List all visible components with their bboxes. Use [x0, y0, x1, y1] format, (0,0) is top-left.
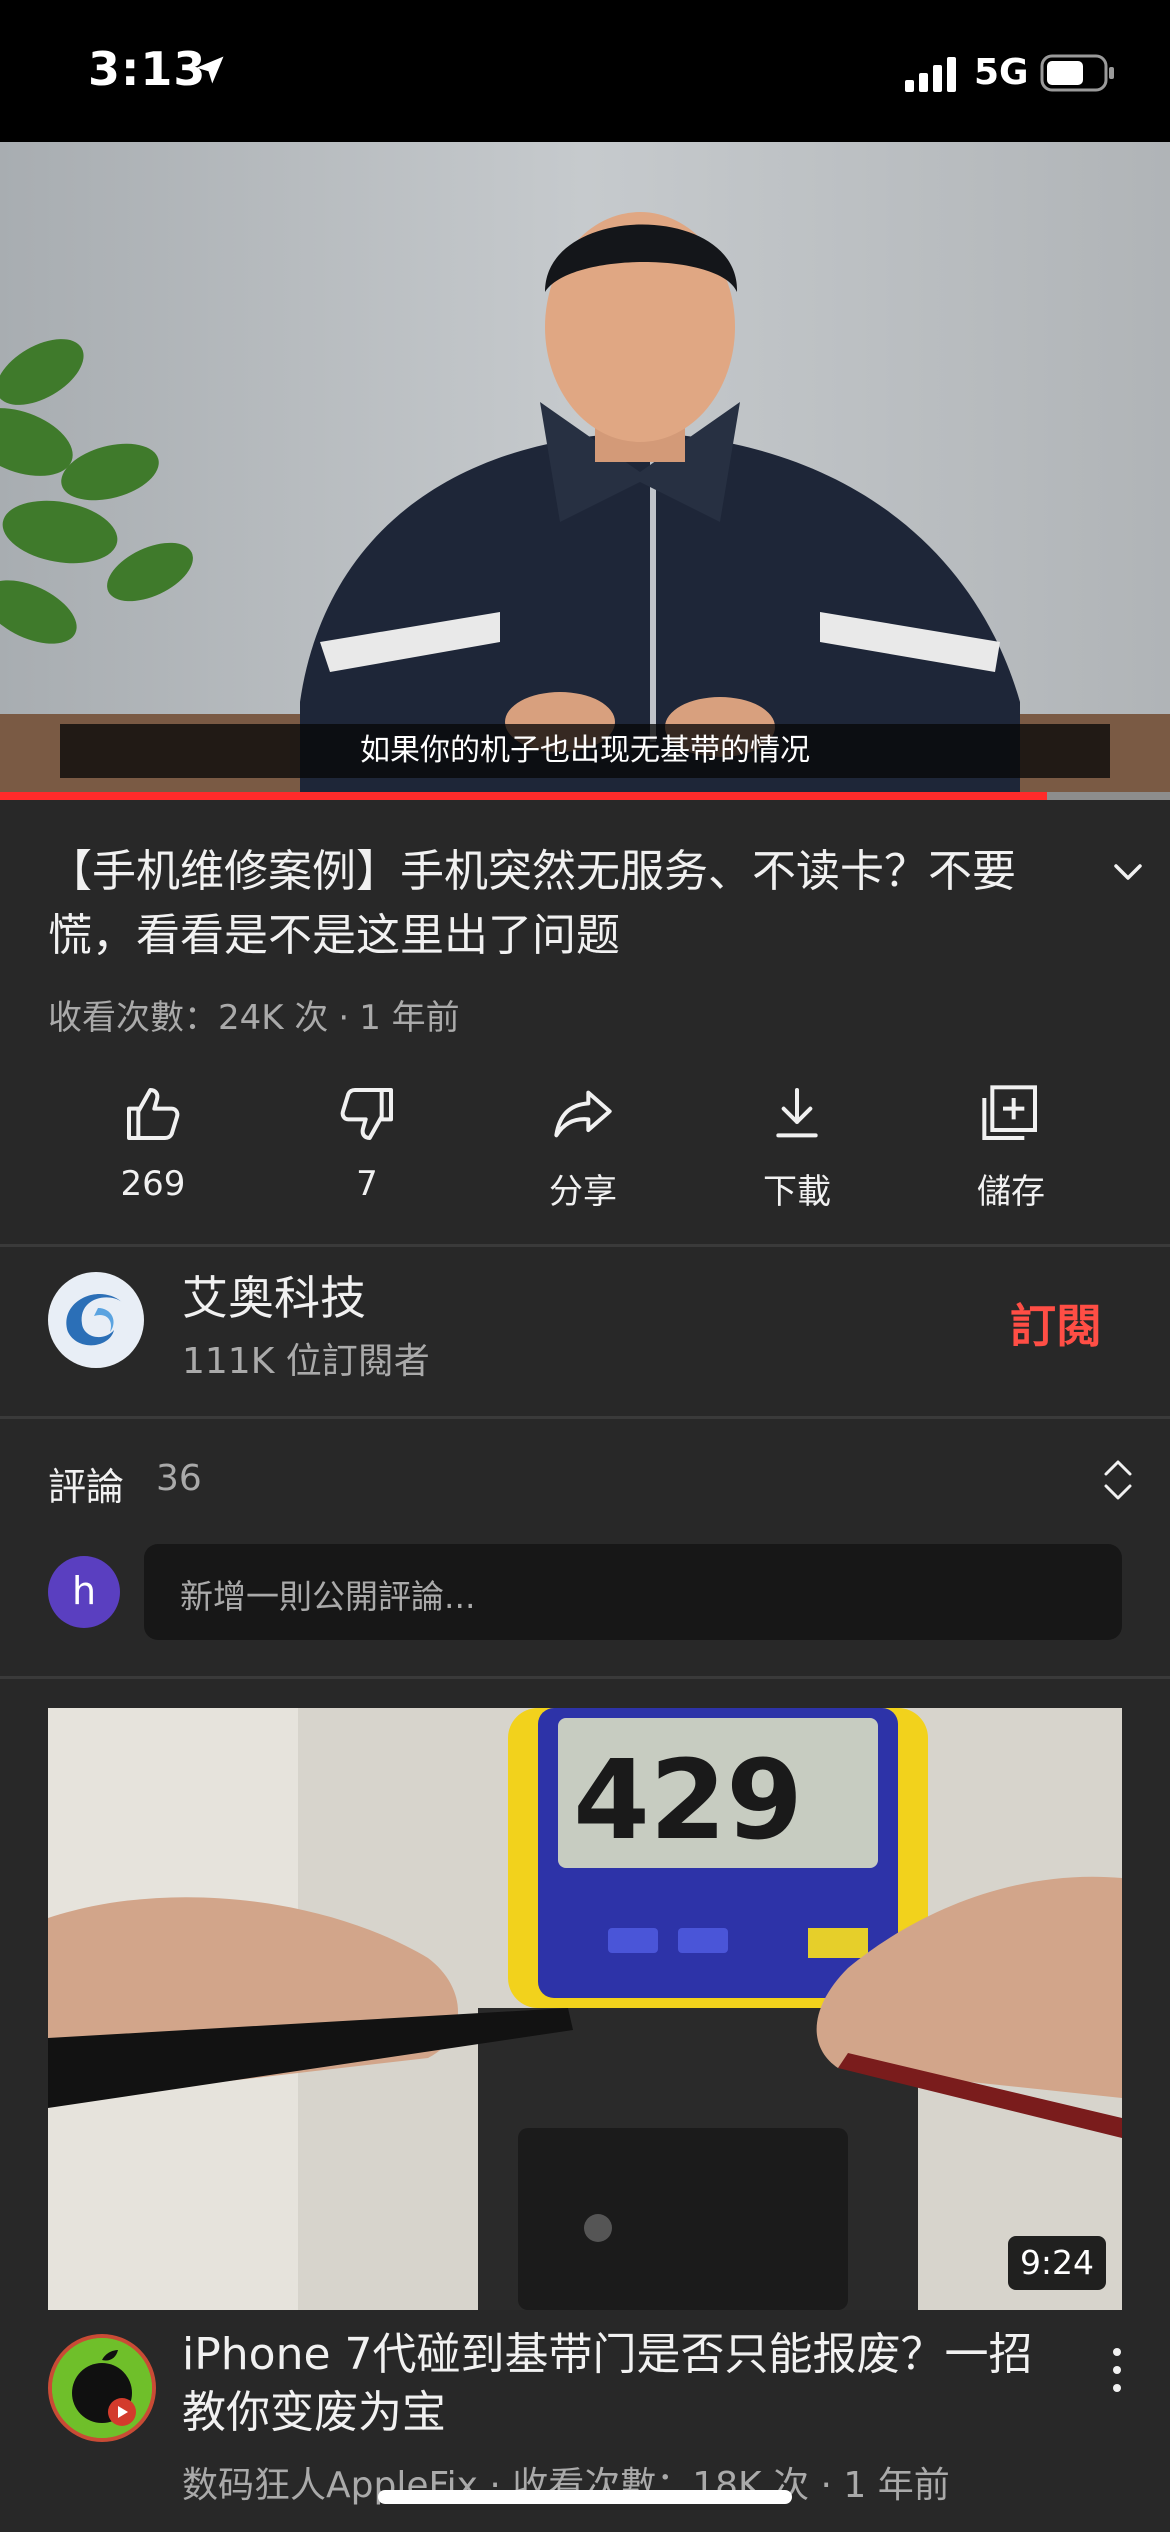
- video-title[interactable]: 【手机维修案例】手机突然无服务、不读卡？不要慌，看看是不是这里出了问题: [48, 840, 1038, 968]
- divider: [0, 1416, 1170, 1419]
- subtitle-text: 如果你的机子也出现无基带的情况: [360, 733, 810, 768]
- network-type: 5G: [974, 52, 1029, 93]
- recommended-video-title[interactable]: iPhone 7代碰到基带门是否只能报废？一招教你变废为宝: [182, 2326, 1062, 2442]
- thumbs-up-icon: [127, 1088, 180, 1140]
- comments-count: 36: [156, 1458, 202, 1499]
- more-options-icon[interactable]: [1102, 2340, 1132, 2400]
- save-button[interactable]: 儲存: [904, 1070, 1118, 1220]
- divider: [0, 1676, 1170, 1679]
- download-icon: [776, 1088, 818, 1138]
- channel-logo: [50, 1274, 142, 1366]
- status-bar: 3:13 5G: [0, 0, 1170, 142]
- subscribe-button[interactable]: 訂閱: [1010, 1290, 1102, 1356]
- thumbs-down-icon: [340, 1088, 393, 1140]
- progress-bar[interactable]: [0, 792, 1170, 800]
- dislike-count: 7: [356, 1164, 378, 1204]
- channel-avatar[interactable]: [48, 2334, 156, 2442]
- comment-input[interactable]: 新增一則公開評論...: [144, 1544, 1122, 1640]
- home-indicator[interactable]: [378, 2490, 792, 2504]
- subtitle-caption: 如果你的机子也出现无基带的情况: [60, 724, 1110, 778]
- expand-collapse-icon[interactable]: [1098, 1452, 1138, 1508]
- upload-age: 1 年前: [359, 998, 460, 1038]
- channel-avatar[interactable]: [48, 1272, 144, 1368]
- subscriber-count: 111K 位訂閱者: [182, 1341, 430, 1382]
- status-time: 3:13: [88, 42, 207, 96]
- divider: [0, 1244, 1170, 1247]
- meta-separator: ·: [338, 998, 350, 1038]
- video-player[interactable]: 如果你的机子也出现无基带的情况: [0, 142, 1170, 800]
- user-avatar[interactable]: h: [48, 1556, 120, 1628]
- like-button[interactable]: 269: [46, 1070, 260, 1220]
- download-button[interactable]: 下載: [690, 1070, 904, 1220]
- apple-logo: [52, 2338, 152, 2438]
- dislike-button[interactable]: 7: [260, 1070, 474, 1220]
- share-label: 分享: [549, 1172, 617, 1212]
- channel-name[interactable]: 艾奥科技: [182, 1262, 366, 1328]
- comments-heading[interactable]: 評論: [48, 1456, 124, 1511]
- thumbnail-image: 429: [48, 1708, 1122, 2310]
- comment-placeholder: 新增一則公開評論...: [180, 1577, 476, 1616]
- share-button[interactable]: 分享: [476, 1070, 690, 1220]
- view-count: 收看次數：24K 次: [48, 998, 329, 1038]
- meter-reading: 429: [573, 1736, 803, 1864]
- action-bar: 269 7 分享 下載 儲存: [0, 1070, 1170, 1220]
- chevron-down-icon[interactable]: [1108, 852, 1148, 892]
- like-count: 269: [120, 1164, 186, 1204]
- video-meta: 收看次數：24K 次 · 1 年前: [48, 990, 460, 1039]
- download-label: 下載: [763, 1172, 831, 1212]
- signal-icon: [905, 57, 956, 92]
- battery-icon: [1040, 54, 1114, 92]
- share-icon: [554, 1090, 612, 1138]
- video-thumbnail[interactable]: 429: [48, 1708, 1122, 2310]
- video-frame: [0, 142, 1170, 800]
- save-label: 儲存: [977, 1172, 1045, 1212]
- save-playlist-icon: [982, 1085, 1037, 1140]
- video-duration: 9:24: [1008, 2236, 1106, 2290]
- progress-fill: [0, 792, 1048, 800]
- location-arrow-icon: [196, 56, 224, 84]
